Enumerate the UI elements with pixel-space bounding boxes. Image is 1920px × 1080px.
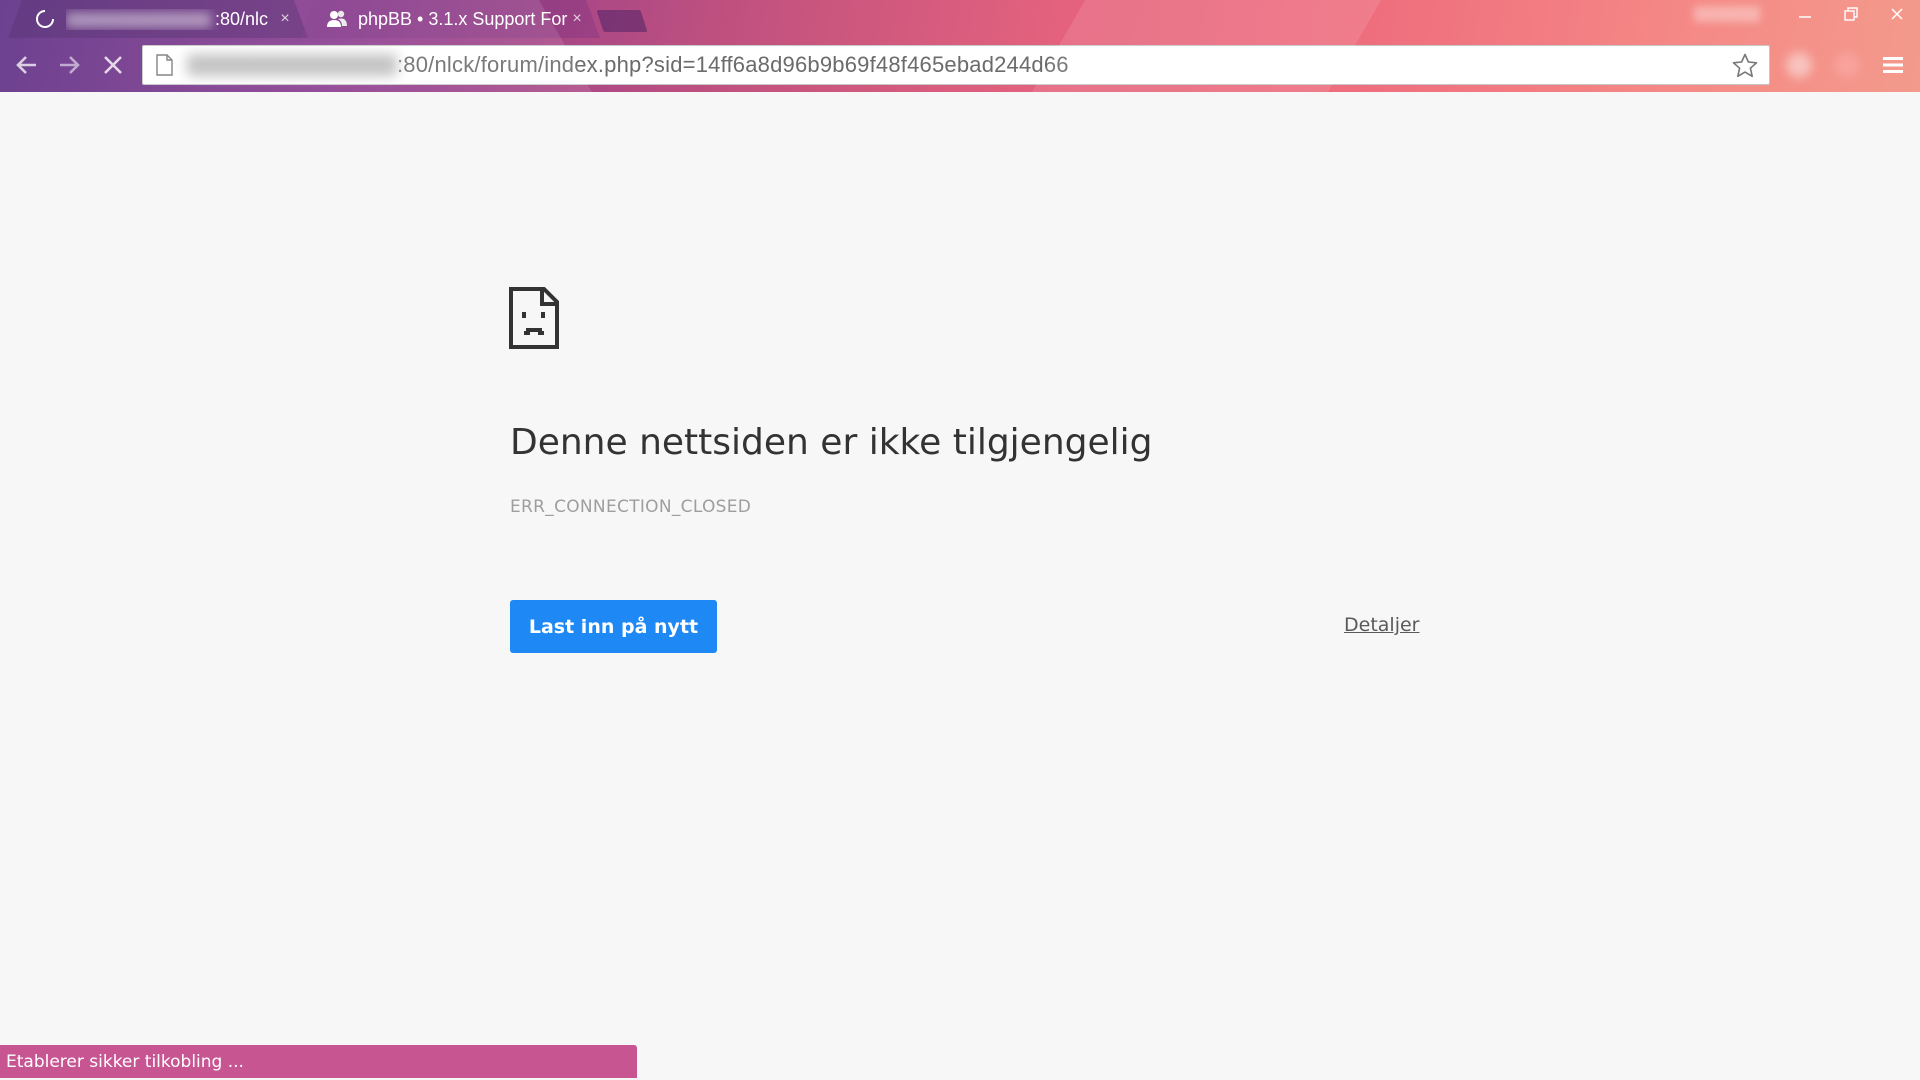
tab-phpbb-support[interactable]: phpBB • 3.1.x Support For × bbox=[300, 0, 600, 38]
window-controls bbox=[1782, 0, 1920, 28]
sad-page-icon bbox=[508, 286, 560, 350]
browser-chrome: :80/nlc × phpBB • 3.1.x Support For ×:8… bbox=[0, 0, 1920, 92]
url-text: :80/nlck/forum/index.php?sid=14ff6a8d96b… bbox=[397, 52, 1069, 77]
hamburger-menu-icon[interactable] bbox=[1878, 50, 1908, 80]
minimize-icon[interactable] bbox=[1782, 0, 1828, 28]
address-bar[interactable]: :80/nlck/forum/index.php?sid=14ff6a8d96b… bbox=[142, 45, 1770, 85]
tab-close-icon[interactable]: × bbox=[568, 10, 586, 28]
tab-title: :80/nlc bbox=[66, 9, 276, 30]
page-icon bbox=[155, 53, 175, 77]
close-window-icon[interactable] bbox=[1874, 0, 1920, 28]
star-icon[interactable] bbox=[1731, 52, 1759, 80]
blurred-host bbox=[66, 12, 211, 28]
users-icon bbox=[326, 8, 348, 30]
status-bubble: Etablerer sikker tilkobling ... bbox=[0, 1045, 637, 1078]
tab-title: phpBB • 3.1.x Support For bbox=[358, 8, 568, 29]
stop-icon[interactable] bbox=[96, 48, 130, 82]
error-page: Denne nettsiden er ikke tilgjengelig ERR… bbox=[0, 92, 1920, 1080]
blurred-profile-name[interactable] bbox=[1694, 6, 1760, 22]
blurred-extension-icon[interactable] bbox=[1786, 52, 1812, 78]
loading-spinner-icon bbox=[34, 8, 56, 30]
error-code: ERR_CONNECTION_CLOSED bbox=[510, 497, 752, 517]
reload-button[interactable]: Last inn på nytt bbox=[510, 600, 717, 653]
tab-close-icon[interactable]: × bbox=[276, 10, 294, 28]
forward-arrow-icon[interactable] bbox=[52, 48, 86, 82]
blurred-extension-icon[interactable] bbox=[1834, 52, 1860, 78]
blurred-host bbox=[187, 54, 397, 76]
restore-icon[interactable] bbox=[1828, 0, 1874, 28]
tab-strip: :80/nlc × phpBB • 3.1.x Support For × bbox=[0, 0, 1700, 38]
tab-loading-page[interactable]: :80/nlc × bbox=[8, 0, 308, 38]
details-link[interactable]: Detaljer bbox=[1344, 614, 1419, 636]
new-tab-button[interactable] bbox=[596, 10, 648, 32]
back-arrow-icon[interactable] bbox=[10, 48, 44, 82]
navigation-toolbar: :80/nlck/forum/index.php?sid=14ff6a8d96b… bbox=[0, 42, 1920, 88]
error-heading: Denne nettsiden er ikke tilgjengelig bbox=[510, 422, 1153, 463]
